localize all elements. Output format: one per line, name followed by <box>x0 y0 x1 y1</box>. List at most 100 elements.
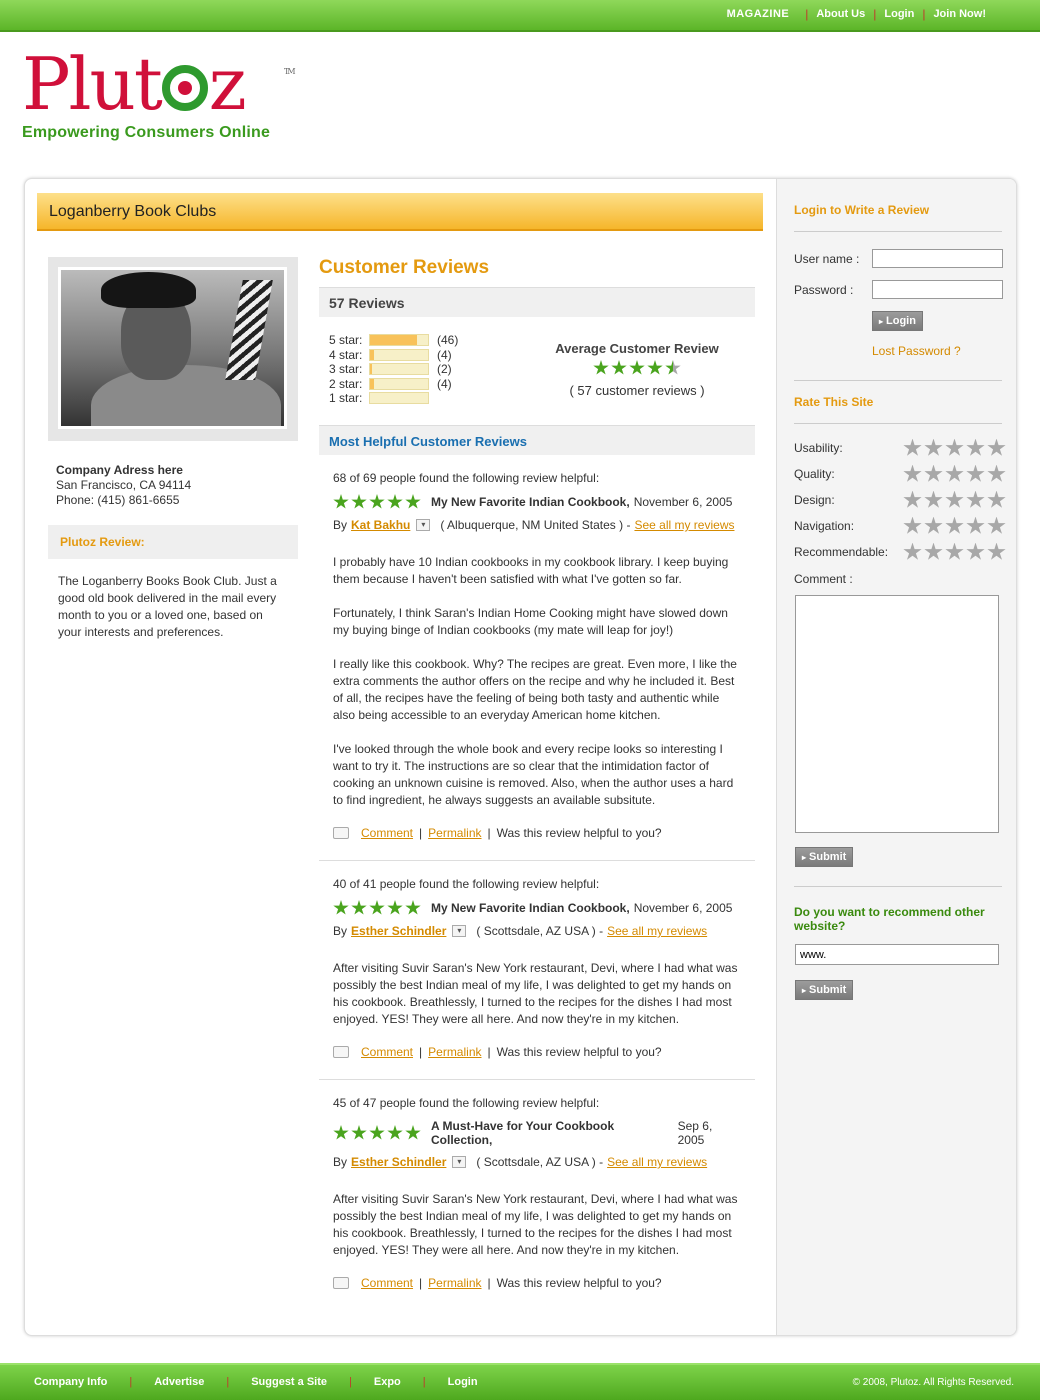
review-author-link[interactable]: Esther Schindler <box>351 924 446 938</box>
star-icon[interactable] <box>987 464 1006 482</box>
star-icon[interactable] <box>966 464 985 482</box>
star-icon[interactable] <box>945 464 964 482</box>
star-icon[interactable] <box>903 542 922 560</box>
rating-criterion-stars[interactable] <box>903 490 1006 510</box>
recommend-submit-button[interactable]: Submit <box>795 980 854 1000</box>
lost-password-link[interactable]: Lost Password ? <box>872 344 961 358</box>
star-icon[interactable] <box>924 542 943 560</box>
star-icon[interactable] <box>966 490 985 508</box>
star-icon[interactable] <box>966 438 985 456</box>
review-title-line: My New Favorite Indian Cookbook, November… <box>333 900 741 916</box>
footer-link-company-info[interactable]: Company Info <box>34 1376 107 1388</box>
star-icon[interactable] <box>987 542 1006 560</box>
star-icon[interactable] <box>903 464 922 482</box>
author-dropdown-icon[interactable]: ▾ <box>416 519 431 531</box>
review-item: 45 of 47 people found the following revi… <box>319 1080 755 1310</box>
rating-bar-track <box>369 377 429 390</box>
star-icon[interactable] <box>987 516 1006 534</box>
company-address: Company Adress here San Francisco, CA 94… <box>56 463 191 508</box>
star-icon <box>369 1125 385 1140</box>
permalink-link[interactable]: Permalink <box>428 826 481 840</box>
average-review-heading: Average Customer Review <box>555 341 719 356</box>
permalink-link[interactable]: Permalink <box>428 1045 481 1059</box>
comment-link[interactable]: Comment <box>361 1045 413 1059</box>
star-icon[interactable] <box>903 516 922 534</box>
star-icon <box>611 360 627 375</box>
rating-submit-button[interactable]: Submit <box>795 847 854 867</box>
join-now-link[interactable]: Join Now! <box>933 8 986 20</box>
see-all-reviews-link[interactable]: See all my reviews <box>607 924 707 938</box>
rating-criterion-stars[interactable] <box>903 516 1006 536</box>
author-dropdown-icon[interactable]: ▾ <box>452 925 467 937</box>
see-all-reviews-link[interactable]: See all my reviews <box>634 518 734 532</box>
star-icon[interactable] <box>987 438 1006 456</box>
author-dropdown-icon[interactable]: ▾ <box>452 1156 467 1168</box>
see-all-reviews-link[interactable]: See all my reviews <box>607 1155 707 1169</box>
logo-brand-start: Plut <box>22 42 163 126</box>
star-icon[interactable] <box>924 516 943 534</box>
rating-stars <box>333 494 421 510</box>
review-author-link[interactable]: Esther Schindler <box>351 1155 446 1169</box>
star-icon <box>405 494 421 509</box>
review-byline: By Esther Schindler ▾ ( Scottsdale, AZ USA … <box>333 924 741 938</box>
rating-criterion-stars[interactable] <box>903 464 1006 484</box>
footer-nav: Company Info | Advertise | Suggest a Site | Ex… <box>34 1376 478 1388</box>
comment-textarea[interactable] <box>795 595 999 833</box>
star-icon[interactable] <box>924 490 943 508</box>
star-icon[interactable] <box>966 542 985 560</box>
star-icon[interactable] <box>945 516 964 534</box>
rating-criterion-row: Usability: <box>794 435 1006 461</box>
helpful-question: Was this review helpful to you? <box>496 826 662 840</box>
review-title: My New Favorite Indian Cookbook, <box>431 901 630 915</box>
logo-o-icon <box>161 65 208 111</box>
rating-criterion-stars[interactable] <box>903 438 1006 458</box>
recommend-url-input[interactable] <box>795 944 999 965</box>
review-actions: Comment | Permalink | Was this review helpfu… <box>333 1045 741 1059</box>
footer-link-expo[interactable]: Expo <box>374 1376 401 1388</box>
plutoz-review-text: The Loganberry Books Book Club. Just a g… <box>48 559 298 959</box>
about-us-link[interactable]: About Us <box>816 8 865 20</box>
review-author-link[interactable]: Kat Bakhu <box>351 518 410 532</box>
star-icon[interactable] <box>966 516 985 534</box>
rating-criterion-stars[interactable] <box>903 542 1006 562</box>
star-icon[interactable] <box>924 464 943 482</box>
login-link[interactable]: Login <box>884 8 914 20</box>
footer-separator: | <box>129 1376 133 1388</box>
review-helpful-count: 45 of 47 people found the following revi… <box>333 1096 600 1110</box>
comment-label: Comment : <box>794 572 853 586</box>
rating-bar-count: (4) <box>437 347 452 362</box>
review-helpful-count: 40 of 41 people found the following revi… <box>333 877 600 891</box>
star-icon[interactable] <box>987 490 1006 508</box>
star-icon[interactable] <box>903 438 922 456</box>
permalink-link[interactable]: Permalink <box>428 1276 481 1290</box>
rating-criteria-list: Usability: Quality: Design: Navigation: Reco… <box>794 435 1006 565</box>
divider <box>794 231 1002 232</box>
star-icon <box>387 494 403 509</box>
star-icon[interactable] <box>903 490 922 508</box>
plutoz-review-heading: Plutoz Review: <box>48 525 298 559</box>
footer-link-suggest-a-site[interactable]: Suggest a Site <box>251 1376 327 1388</box>
review-date: November 6, 2005 <box>633 901 733 915</box>
login-button[interactable]: Login <box>872 311 923 331</box>
magazine-link[interactable]: MAGAZINE <box>727 8 790 20</box>
logo-trademark: TM <box>284 67 295 76</box>
star-icon[interactable] <box>924 438 943 456</box>
review-paragraph: I've looked through the whole book and e… <box>333 742 734 807</box>
recommend-heading: Do you want to recommend other website? <box>794 905 985 933</box>
comment-link[interactable]: Comment <box>361 1276 413 1290</box>
star-icon[interactable] <box>945 490 964 508</box>
customer-reviews-title: Customer Reviews <box>319 257 490 278</box>
logo-brand-end: z <box>208 42 247 126</box>
footer-link-advertise[interactable]: Advertise <box>154 1376 204 1388</box>
review-title: A Must-Have for Your Cookbook Collection… <box>431 1119 615 1147</box>
star-icon[interactable] <box>945 438 964 456</box>
comment-link[interactable]: Comment <box>361 826 413 840</box>
star-icon[interactable] <box>945 542 964 560</box>
footer-link-login[interactable]: Login <box>448 1376 478 1388</box>
average-review-count: ( 57 customer reviews ) <box>569 383 705 398</box>
action-separator: | <box>419 826 423 840</box>
username-input[interactable] <box>872 249 1003 268</box>
site-logo[interactable]: Plut z TM Empowering Consumers Online <box>22 48 295 142</box>
password-input[interactable] <box>872 280 1003 299</box>
review-location: ( Scottsdale, AZ USA ) - <box>476 1155 604 1169</box>
